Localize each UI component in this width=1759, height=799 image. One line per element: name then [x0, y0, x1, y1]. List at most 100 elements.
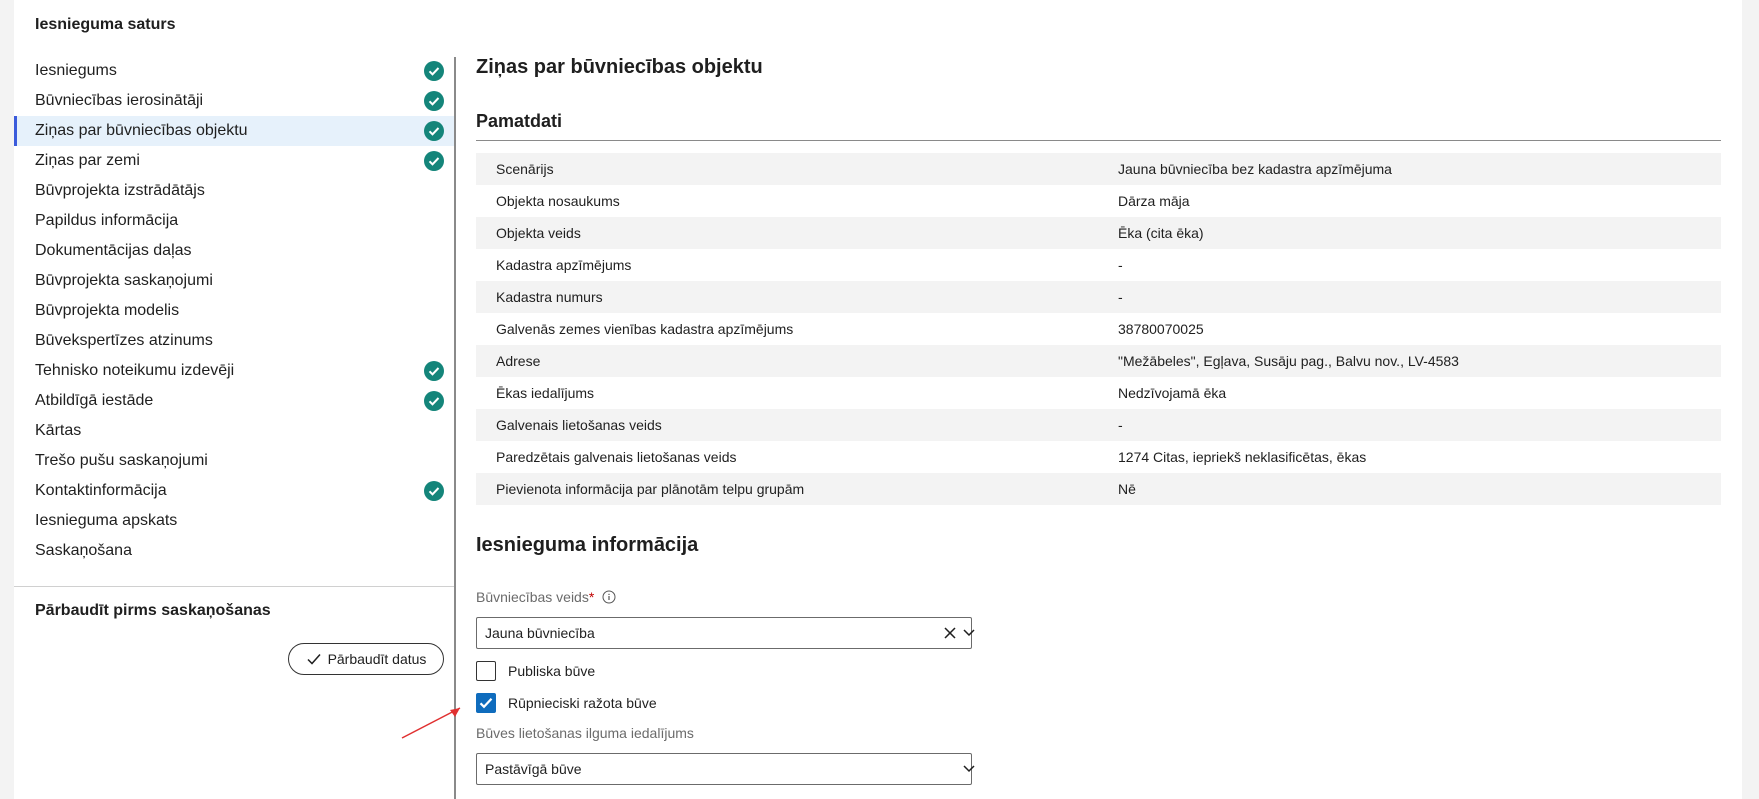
- row-value: Dārza māja: [1118, 193, 1190, 209]
- checkmark-icon: [307, 654, 321, 665]
- sidebar-item-dokumentacija[interactable]: Dokumentācijas daļas: [14, 236, 455, 266]
- check-circle-icon: [424, 361, 444, 381]
- sidebar-item-label: Iesniegums: [35, 62, 117, 79]
- sidebar-item-ierosinataji[interactable]: Būvniecības ierosinātāji: [14, 86, 455, 116]
- row-key: Objekta veids: [496, 225, 581, 241]
- sidebar-title: Iesnieguma saturs: [35, 16, 176, 33]
- sidebar-item-label: Būvprojekta modelis: [35, 302, 180, 319]
- row-value: Nedzīvojamā ēka: [1118, 385, 1227, 401]
- section-divider: [476, 140, 1721, 141]
- content-panel: Iesnieguma saturs Iesniegums Būvniecības…: [14, 0, 1742, 799]
- usage-duration-value: Pastāvīgā būve: [485, 761, 582, 777]
- table-row: Pievienota informācija par plānotām telp…: [476, 473, 1721, 505]
- sidebar-item-label: Iesnieguma apskats: [35, 512, 178, 529]
- sidebar-item-label: Dokumentācijas daļas: [35, 242, 192, 259]
- check-circle-icon: [424, 61, 444, 81]
- sidebar-divider: [14, 586, 455, 587]
- construction-type-value: Jauna būvniecība: [485, 625, 595, 641]
- row-key: Objekta nosaukums: [496, 193, 620, 209]
- info-icon[interactable]: [602, 590, 616, 604]
- usage-duration-label: Būves lietošanas ilguma iedalījums: [476, 725, 694, 741]
- sidebar-item-izstradatajs[interactable]: Būvprojekta izstrādātājs: [14, 176, 455, 206]
- row-key: Galvenais lietošanas veids: [496, 417, 662, 433]
- application-section-title: Iesnieguma informācija: [476, 534, 699, 556]
- sidebar-item-label: Būvprojekta saskaņojumi: [35, 272, 213, 289]
- sidebar-item-saskanojumi[interactable]: Būvprojekta saskaņojumi: [14, 266, 455, 296]
- sidebar-item-label: Tehnisko noteikumu izdevēji: [35, 362, 235, 379]
- row-value: Nē: [1118, 481, 1136, 497]
- sidebar-item-iestade[interactable]: Atbildīgā iestāde: [14, 386, 455, 416]
- row-key: Kadastra apzīmējums: [496, 257, 632, 273]
- row-key: Scenārijs: [496, 161, 554, 177]
- table-row: Adrese "Mežābeles", Egļava, Susāju pag., …: [476, 345, 1721, 377]
- check-circle-icon: [424, 151, 444, 171]
- public-building-label: Publiska būve: [508, 663, 596, 679]
- sidebar-item-kartas[interactable]: Kārtas: [14, 416, 455, 446]
- vertical-divider: [454, 57, 456, 799]
- sidebar-nav: Iesniegums Būvniecības ierosinātāji Ziņa…: [14, 56, 455, 566]
- construction-type-select[interactable]: Jauna būvniecība: [476, 617, 975, 649]
- check-circle-icon: [424, 121, 444, 141]
- table-row: Objekta veids Ēka (cita ēka): [476, 217, 1721, 249]
- industrial-building-label: Rūpnieciski ražota būve: [508, 695, 657, 711]
- sidebar-item-label: Būvniecības ierosinātāji: [35, 92, 204, 109]
- construction-type-label-text: Būvniecības veids: [476, 589, 589, 605]
- usage-duration-select[interactable]: Pastāvīgā būve: [476, 753, 975, 785]
- chevron-down-icon[interactable]: [963, 629, 975, 637]
- clear-icon[interactable]: [943, 626, 957, 640]
- verify-section-title: Pārbaudīt pirms saskaņošanas: [35, 602, 271, 619]
- sidebar-item-kontakti[interactable]: Kontaktinformācija: [14, 476, 455, 506]
- sidebar-item-ekspertize[interactable]: Būvekspertīzes atzinums: [14, 326, 455, 356]
- sidebar-item-label: Būvprojekta izstrādātājs: [35, 182, 205, 199]
- page-title: Ziņas par būvniecības objektu: [476, 56, 763, 78]
- sidebar-item-label: Trešo pušu saskaņojumi: [35, 452, 208, 469]
- sidebar-item-modelis[interactable]: Būvprojekta modelis: [14, 296, 455, 326]
- row-key: Paredzētais galvenais lietošanas veids: [496, 449, 737, 465]
- check-circle-icon: [424, 391, 444, 411]
- required-mark: *: [588, 589, 595, 605]
- construction-type-label: Būvniecības veids*: [476, 589, 616, 605]
- verify-data-button[interactable]: Pārbaudīt datus: [288, 643, 444, 675]
- basic-data-table: Scenārijs Jauna būvniecība bez kadastra a…: [476, 153, 1721, 505]
- sidebar-item-label: Ziņas par zemi: [35, 152, 140, 169]
- sidebar-item-label: Atbildīgā iestāde: [35, 392, 154, 409]
- check-circle-icon: [424, 481, 444, 501]
- row-key: Galvenās zemes vienības kadastra apzīmēj…: [496, 321, 794, 337]
- sidebar-item-label: Saskaņošana: [35, 542, 132, 559]
- row-value: 38780070025: [1118, 321, 1204, 337]
- table-row: Kadastra apzīmējums -: [476, 249, 1721, 281]
- row-value: -: [1118, 257, 1123, 273]
- checkmark-icon: [479, 698, 493, 709]
- table-row: Ēkas iedalījums Nedzīvojamā ēka: [476, 377, 1721, 409]
- sidebar-item-tehniskie[interactable]: Tehnisko noteikumu izdevēji: [14, 356, 455, 386]
- sidebar-item-zeme[interactable]: Ziņas par zemi: [14, 146, 455, 176]
- table-row: Paredzētais galvenais lietošanas veids 12…: [476, 441, 1721, 473]
- table-row: Scenārijs Jauna būvniecība bez kadastra a…: [476, 153, 1721, 185]
- row-value: -: [1118, 289, 1123, 305]
- table-row: Galvenais lietošanas veids -: [476, 409, 1721, 441]
- row-key: Ēkas iedalījums: [496, 385, 595, 401]
- sidebar-item-label: Kontaktinformācija: [35, 482, 167, 499]
- sidebar-item-papildus[interactable]: Papildus informācija: [14, 206, 455, 236]
- sidebar-item-label: Būvekspertīzes atzinums: [35, 332, 213, 349]
- sidebar-item-label: Kārtas: [35, 422, 82, 439]
- sidebar-item-saskanosana[interactable]: Saskaņošana: [14, 536, 455, 566]
- row-value: "Mežābeles", Egļava, Susāju pag., Balvu …: [1118, 353, 1459, 369]
- industrial-building-checkbox[interactable]: [476, 693, 496, 713]
- chevron-down-icon[interactable]: [963, 765, 975, 773]
- check-circle-icon: [424, 91, 444, 111]
- sidebar-item-apskats[interactable]: Iesnieguma apskats: [14, 506, 455, 536]
- row-key: Pievienota informācija par plānotām telp…: [496, 481, 805, 497]
- sidebar-item-objekts[interactable]: Ziņas par būvniecības objektu: [14, 116, 455, 146]
- table-row: Kadastra numurs -: [476, 281, 1721, 313]
- row-key: Kadastra numurs: [496, 289, 603, 305]
- basic-section-title: Pamatdati: [476, 111, 563, 131]
- table-row: Objekta nosaukums Dārza māja: [476, 185, 1721, 217]
- sidebar-item-treso-pusu[interactable]: Trešo pušu saskaņojumi: [14, 446, 455, 476]
- sidebar-item-iesniegums[interactable]: Iesniegums: [14, 56, 455, 86]
- row-key: Adrese: [496, 353, 541, 369]
- public-building-checkbox[interactable]: [476, 661, 496, 681]
- row-value: Ēka (cita ēka): [1118, 225, 1204, 241]
- sidebar-item-label: Papildus informācija: [35, 212, 179, 229]
- table-row: Galvenās zemes vienības kadastra apzīmēj…: [476, 313, 1721, 345]
